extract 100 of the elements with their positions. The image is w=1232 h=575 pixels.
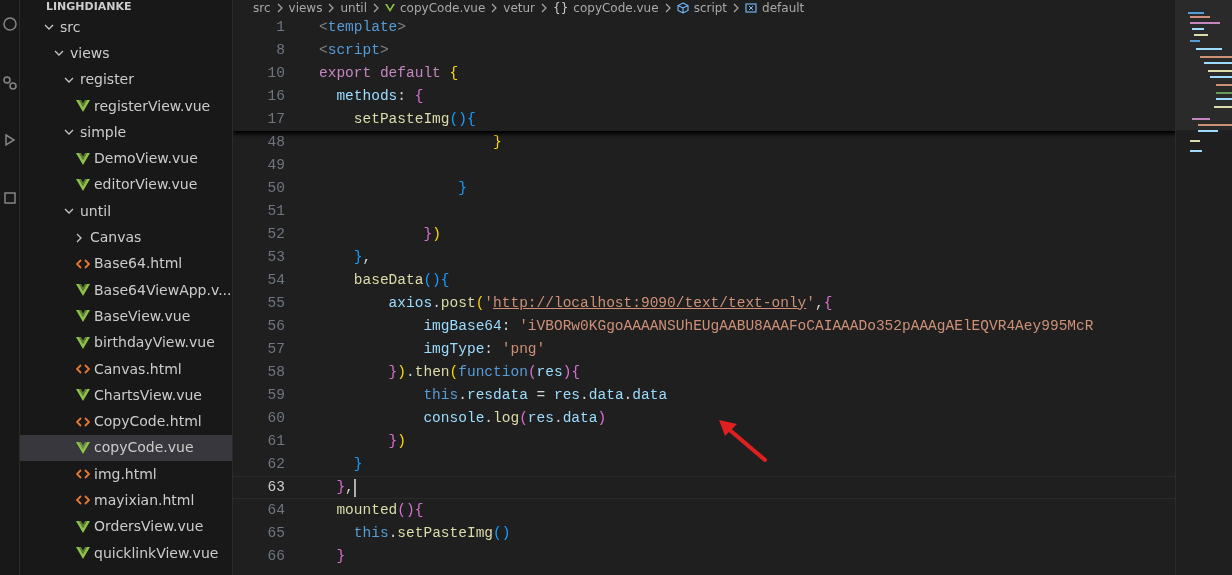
variable-icon	[745, 2, 758, 14]
file-item[interactable]: Base64.html	[20, 250, 232, 277]
code-line: mounted(){	[335, 500, 424, 520]
line-number: 54	[266, 270, 285, 290]
chevron-icon	[663, 3, 672, 13]
folder-item[interactable]: simple	[20, 119, 232, 146]
vue-file-icon	[385, 3, 395, 13]
line-number: 63	[266, 477, 285, 497]
text-cursor	[353, 478, 356, 497]
vue-file-icon	[76, 388, 90, 403]
line-number: 16	[266, 86, 285, 106]
breadcrumb-item[interactable]: vetur	[503, 0, 536, 17]
line-number: 51	[266, 201, 285, 221]
chevron-icon	[327, 3, 336, 13]
file-item[interactable]: Canvas.html	[20, 355, 232, 383]
account-icon[interactable]	[2, 16, 18, 32]
file-item[interactable]: editorView.vue	[20, 171, 232, 199]
vue-file-icon	[76, 283, 90, 298]
vue-file-icon	[76, 440, 90, 455]
chevron-icon	[490, 3, 499, 13]
file-item[interactable]: CopyCode.html	[20, 408, 232, 435]
file-item[interactable]: ChartsView.vue	[20, 382, 232, 409]
code-line: setPasteImg(){	[352, 109, 476, 129]
folder-item[interactable]: views	[20, 40, 232, 67]
line-number: 56	[266, 316, 285, 336]
folder-item[interactable]: register	[20, 66, 232, 93]
code-line: }	[335, 546, 346, 566]
vue-file-icon	[76, 151, 90, 166]
line-number: 50	[266, 178, 285, 198]
code-file-icon	[76, 414, 90, 429]
code-line: <script>	[319, 40, 389, 60]
line-number: 52	[266, 224, 285, 244]
line-number: 59	[266, 385, 285, 405]
chevron-icon	[275, 3, 284, 13]
code-line: <template>	[319, 17, 407, 37]
line-number: 17	[266, 109, 285, 129]
code-line: }	[457, 178, 467, 198]
line-number: 8	[275, 40, 285, 60]
file-item[interactable]: OrdersView.vue	[20, 513, 232, 540]
code-line: })	[387, 431, 407, 451]
file-item[interactable]: Base64ViewApp.v...	[20, 276, 232, 304]
code-file-icon	[76, 256, 90, 271]
code-line: })	[422, 224, 441, 244]
folder-item[interactable]: src	[20, 14, 232, 41]
code-line: export default {	[319, 63, 459, 83]
cube-icon	[676, 2, 689, 14]
code-line: }).then(function(res){	[387, 362, 581, 382]
code-file-icon	[76, 362, 90, 376]
file-item[interactable]: birthdayView.vue	[20, 329, 232, 356]
breadcrumb-item[interactable]: copyCode.vue	[400, 0, 486, 17]
vue-file-icon	[76, 99, 90, 114]
code-line: }	[352, 454, 363, 474]
breadcrumb-item[interactable]: copyCode.vue	[573, 0, 659, 17]
breadcrumb-item[interactable]: src	[253, 0, 271, 17]
line-number: 64	[266, 500, 285, 520]
line-number: 53	[266, 247, 285, 267]
code-line: },	[352, 247, 372, 267]
breadcrumb-item[interactable]: until	[340, 0, 367, 17]
vue-file-icon	[76, 519, 90, 534]
line-number: 60	[266, 408, 285, 428]
vue-file-icon	[76, 335, 90, 350]
line-number: 65	[266, 523, 285, 543]
code-line: imgType: 'png'	[422, 339, 546, 359]
breadcrumb-item[interactable]: views	[288, 0, 323, 17]
project-title: LINGHDIANKE	[45, 0, 133, 14]
file-item[interactable]: BaseView.vue	[20, 303, 232, 330]
code-line: baseData(){	[352, 270, 450, 290]
extensions-icon[interactable]	[2, 190, 18, 206]
line-number: 48	[266, 132, 285, 152]
code-line: this.setPasteImg()	[352, 523, 511, 543]
vue-file-icon	[76, 546, 90, 561]
line-number: 49	[266, 155, 285, 175]
breadcrumb-item[interactable]: script	[693, 0, 728, 17]
line-number: 10	[266, 63, 285, 83]
code-line: },	[335, 477, 354, 497]
file-item[interactable]: DemoView.vue	[20, 145, 232, 172]
file-item[interactable]: quicklinkView.vue	[20, 539, 232, 567]
line-number: 61	[266, 431, 285, 451]
source-control-icon[interactable]	[2, 74, 18, 90]
run-icon[interactable]	[2, 132, 18, 148]
code-line: }	[492, 132, 502, 152]
vue-file-icon	[76, 309, 90, 324]
file-item[interactable]: registerView.vue	[20, 92, 232, 120]
code-line: console.log(res.data)	[422, 408, 607, 428]
code-line: axios.post('http://localhost:9090/text/text-only',{	[387, 293, 833, 313]
chevron-icon	[372, 3, 380, 13]
folder-item[interactable]: Canvas	[20, 224, 232, 251]
line-number: 55	[266, 293, 285, 313]
line-number: 66	[266, 546, 285, 566]
file-item[interactable]: img.html	[20, 461, 232, 488]
line-number: 58	[266, 362, 285, 382]
file-item[interactable]: mayixian.html	[20, 487, 232, 514]
file-item[interactable]: copyCode.vue	[20, 434, 232, 462]
code-line: imgBase64: 'iVBORw0KGgoAAAANSUhEUgAABU8AAAFoCAIAAADo352pAAAgAElEQVR4Aey995McR	[422, 316, 1094, 336]
line-number: 1	[275, 17, 285, 37]
folder-item[interactable]: until	[20, 198, 232, 225]
vue-file-icon	[76, 177, 90, 192]
code-line: this.resdata = res.data.data	[422, 385, 668, 405]
breadcrumb-item[interactable]: default	[762, 0, 805, 17]
braces-glyph: {}	[553, 0, 569, 17]
